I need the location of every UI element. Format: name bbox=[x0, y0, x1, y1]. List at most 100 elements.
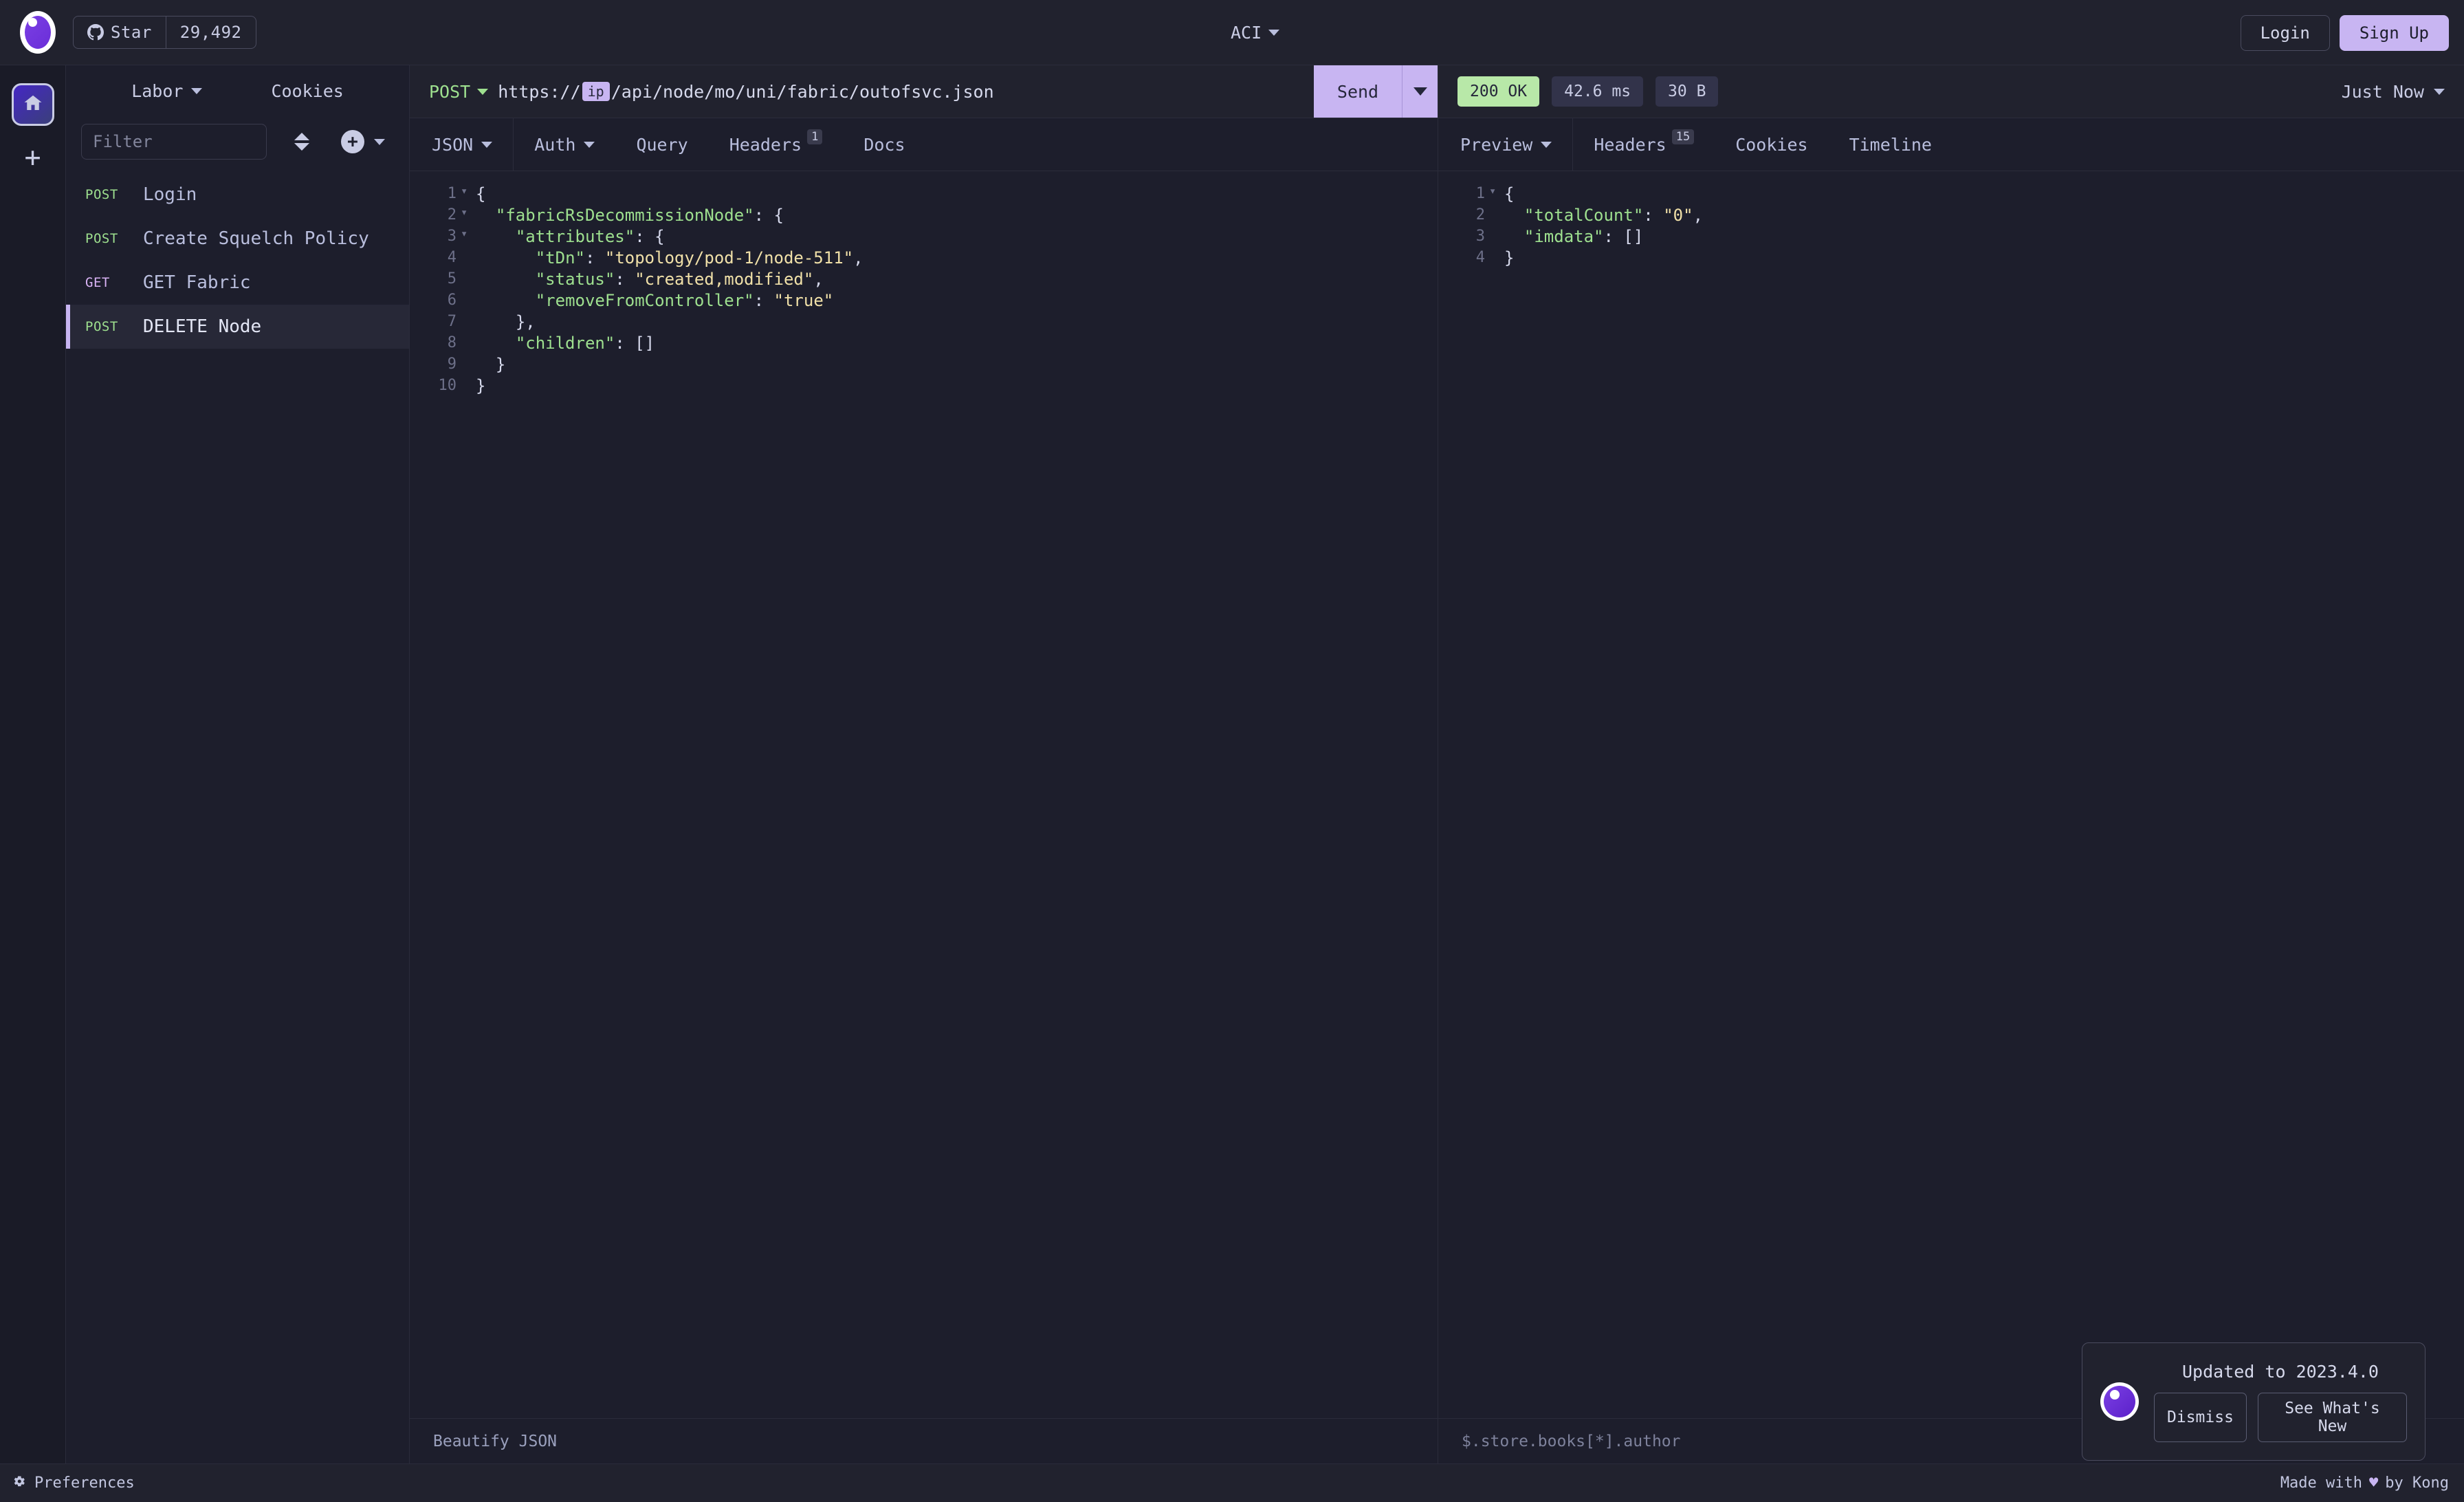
login-button[interactable]: Login bbox=[2240, 14, 2330, 51]
sidebar-tab-cookies-label: Cookies bbox=[271, 80, 344, 101]
request-footer: Beautify JSON bbox=[410, 1418, 1438, 1463]
code-text: "totalCount": "0", bbox=[1524, 206, 1704, 225]
response-size-badge[interactable]: 30 B bbox=[1656, 76, 1719, 107]
workspace-switcher[interactable]: ACI bbox=[1231, 0, 1280, 65]
code-text: "fabricRsDecommissionNode": { bbox=[495, 206, 784, 225]
see-whats-new-button[interactable]: See What's New bbox=[2257, 1392, 2407, 1442]
send-button[interactable]: Send bbox=[1314, 65, 1402, 118]
url-input[interactable]: https://ip/api/node/mo/uni/fabric/outofs… bbox=[498, 65, 1314, 118]
made-with-suffix: by Kong bbox=[2385, 1474, 2449, 1492]
line-number: 10 bbox=[438, 377, 457, 394]
list-item[interactable]: POST Login bbox=[66, 173, 409, 217]
code-text: } bbox=[495, 355, 506, 374]
home-icon bbox=[23, 93, 43, 116]
beautify-json-button[interactable]: Beautify JSON bbox=[433, 1433, 557, 1450]
app-logo[interactable] bbox=[15, 10, 60, 55]
add-workspace-button[interactable]: + bbox=[24, 144, 41, 171]
tab-response-cookies-label: Cookies bbox=[1735, 134, 1808, 155]
heart-icon: ♥ bbox=[2369, 1474, 2379, 1492]
tab-response-cookies[interactable]: Cookies bbox=[1715, 118, 1828, 171]
code-text: "imdata": [] bbox=[1524, 227, 1644, 246]
sidebar-item-home[interactable] bbox=[11, 83, 54, 126]
tab-preview-label: Preview bbox=[1460, 134, 1533, 155]
filter-input[interactable] bbox=[81, 124, 267, 160]
code-text: } bbox=[476, 376, 486, 395]
chevron-down-icon bbox=[1413, 87, 1427, 96]
code-line: 5 "status": "created,modified", bbox=[410, 270, 1438, 292]
account-actions: Login Sign Up bbox=[2240, 0, 2449, 65]
line-number: 4 bbox=[447, 249, 456, 266]
chevron-down-icon bbox=[584, 141, 595, 148]
code-text: } bbox=[1504, 248, 1515, 268]
tab-response-headers[interactable]: Headers 15 bbox=[1573, 118, 1715, 171]
chevron-down-icon bbox=[1268, 30, 1280, 36]
response-body-viewer[interactable]: 1 ▾{2 "totalCount": "0", 3 "imdata": [] 4} bbox=[1438, 171, 2464, 270]
code-text: "attributes": { bbox=[515, 227, 665, 246]
send-options-button[interactable] bbox=[1402, 65, 1438, 118]
tab-auth[interactable]: Auth bbox=[514, 118, 615, 171]
request-tabs: JSON Auth Query Headers 1 Docs bbox=[410, 118, 1438, 171]
tab-docs[interactable]: Docs bbox=[843, 118, 925, 171]
method-dropdown[interactable]: POST bbox=[410, 65, 498, 118]
sort-icon[interactable] bbox=[294, 133, 309, 151]
request-method: POST bbox=[85, 231, 118, 246]
request-name: DELETE Node bbox=[143, 316, 262, 337]
fold-toggle-icon[interactable]: ▾ bbox=[461, 227, 476, 241]
toast-message: Updated to 2023.4.0 bbox=[2182, 1361, 2379, 1382]
tab-headers-badge: 1 bbox=[807, 129, 823, 144]
status-badge[interactable]: 200 OK bbox=[1458, 76, 1540, 107]
activity-rail: + bbox=[0, 65, 66, 1463]
fold-toggle-icon[interactable]: ▾ bbox=[461, 206, 476, 219]
code-line: 7 }, bbox=[410, 312, 1438, 334]
code-text: "tDn": "topology/pod-1/node-511", bbox=[535, 248, 864, 268]
response-time-badge[interactable]: 42.6 ms bbox=[1552, 76, 1644, 107]
line-number: 3 bbox=[447, 228, 456, 245]
tab-timeline[interactable]: Timeline bbox=[1829, 118, 1952, 171]
dismiss-button[interactable]: Dismiss bbox=[2154, 1392, 2247, 1442]
github-star-count: 29,492 bbox=[165, 17, 256, 48]
toast-content: Updated to 2023.4.0 Dismiss See What's N… bbox=[2154, 1362, 2407, 1442]
request-method: GET bbox=[85, 275, 110, 290]
tab-body-json[interactable]: JSON bbox=[410, 118, 514, 171]
gear-icon bbox=[12, 1474, 26, 1492]
fold-toggle-icon[interactable]: ▾ bbox=[1489, 184, 1504, 198]
update-toast: Updated to 2023.4.0 Dismiss See What's N… bbox=[2082, 1342, 2426, 1461]
line-number: 1 bbox=[1475, 185, 1485, 202]
code-line: 2 "totalCount": "0", bbox=[1438, 206, 2464, 228]
list-item[interactable]: POST Create Squelch Policy bbox=[66, 217, 409, 261]
signup-button[interactable]: Sign Up bbox=[2339, 14, 2449, 51]
code-line: 8 "children": [] bbox=[410, 334, 1438, 356]
tab-headers[interactable]: Headers 1 bbox=[709, 118, 844, 171]
url-template-variable[interactable]: ip bbox=[582, 82, 610, 101]
chevron-down-icon bbox=[477, 88, 489, 95]
sidebar-tab-environment[interactable]: Labor bbox=[131, 81, 203, 101]
response-history-dropdown[interactable]: Just Now bbox=[2342, 82, 2445, 102]
code-line: 2 ▾ "fabricRsDecommissionNode": { bbox=[410, 206, 1438, 228]
tab-timeline-label: Timeline bbox=[1849, 134, 1932, 155]
list-item[interactable]: GET GET Fabric bbox=[66, 261, 409, 305]
github-star-label: Star bbox=[111, 23, 152, 42]
tab-response-headers-label: Headers bbox=[1594, 134, 1666, 155]
code-line: 3 "imdata": [] bbox=[1438, 227, 2464, 249]
code-text: "removeFromController": "true" bbox=[535, 291, 834, 310]
tab-response-headers-badge: 15 bbox=[1671, 129, 1695, 144]
response-filter-input[interactable]: $.store.books[*].author bbox=[1462, 1433, 1681, 1450]
code-line: 10} bbox=[410, 376, 1438, 398]
preferences-button[interactable]: Preferences bbox=[0, 1474, 135, 1492]
code-text: "status": "created,modified", bbox=[535, 270, 824, 289]
request-list: POST Login POST Create Squelch Policy GE… bbox=[66, 173, 409, 349]
line-number: 5 bbox=[447, 270, 456, 287]
fold-toggle-icon[interactable]: ▾ bbox=[461, 184, 476, 198]
method-label: POST bbox=[429, 81, 471, 102]
tab-preview[interactable]: Preview bbox=[1438, 118, 1574, 171]
request-body-editor[interactable]: 1 ▾{2 ▾ "fabricRsDecommissionNode": {3 ▾ "a… bbox=[410, 171, 1438, 398]
sidebar-tabs: Labor Cookies bbox=[66, 65, 409, 116]
line-number: 4 bbox=[1475, 249, 1485, 266]
tab-query[interactable]: Query bbox=[615, 118, 708, 171]
chevron-down-icon bbox=[1541, 141, 1552, 148]
github-star-button[interactable]: Star 29,492 bbox=[73, 16, 256, 49]
list-item-active[interactable]: POST DELETE Node bbox=[66, 305, 409, 349]
add-request-button[interactable]: + bbox=[341, 130, 385, 153]
sidebar-tab-cookies[interactable]: Cookies bbox=[271, 81, 343, 101]
response-status-bar: 200 OK 42.6 ms 30 B Just Now bbox=[1438, 65, 2464, 118]
